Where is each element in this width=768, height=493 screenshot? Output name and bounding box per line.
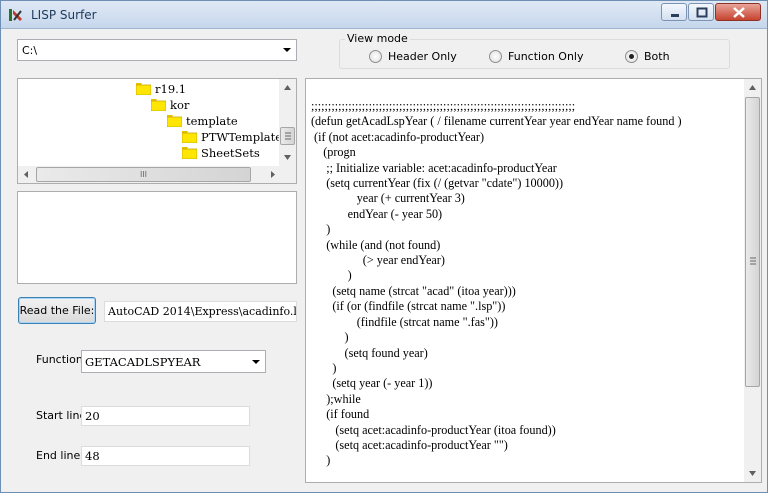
view-mode-legend: View mode	[345, 32, 410, 45]
folder-icon	[182, 131, 197, 143]
chevron-down-icon[interactable]	[278, 40, 296, 60]
file-list[interactable]	[17, 191, 297, 284]
app-icon	[9, 9, 22, 21]
scroll-down-icon[interactable]	[744, 465, 761, 482]
tree-horizontal-scrollbar[interactable]: III	[18, 166, 281, 183]
end-line-field[interactable]: 48	[81, 446, 250, 466]
code-text[interactable]: ;;;;;;;;;;;;;;;;;;;;;;;;;;;;;;;;;;;;;;;;…	[311, 99, 682, 469]
scroll-up-icon[interactable]	[279, 79, 296, 96]
tree-item-label: r19.1	[155, 82, 187, 96]
code-vertical-scrollbar[interactable]	[744, 79, 761, 482]
chevron-down-icon[interactable]	[247, 351, 265, 372]
tree-item-label: kor	[170, 98, 190, 112]
radio-label[interactable]: Header Only	[388, 50, 457, 63]
scroll-thumb[interactable]	[745, 97, 760, 387]
tree-item-label: PTWTemplate	[201, 130, 283, 144]
title-bar[interactable]: LISP Surfer	[1, 1, 767, 29]
function-label: Function:	[36, 353, 87, 366]
scroll-down-icon[interactable]	[279, 149, 296, 166]
tree-item-label: template	[186, 114, 238, 128]
folder-tree[interactable]: r19.1 kor template PTWTemplate SheetSets	[17, 78, 297, 184]
maximize-icon	[696, 7, 708, 18]
folder-icon	[151, 99, 166, 111]
read-file-button[interactable]: Read the File:	[18, 297, 96, 324]
code-viewer[interactable]: ;;;;;;;;;;;;;;;;;;;;;;;;;;;;;;;;;;;;;;;;…	[305, 78, 762, 483]
maximize-button[interactable]	[688, 3, 714, 21]
function-dropdown[interactable]: GETACADLSPYEAR	[81, 350, 266, 373]
folder-icon	[167, 115, 182, 127]
scroll-thumb[interactable]: III	[36, 167, 251, 182]
scroll-left-icon[interactable]	[18, 166, 35, 183]
drive-value: C:\	[22, 44, 38, 57]
end-line-label: End line:	[36, 449, 84, 462]
main-window: LISP Surfer C:\ View mode Header Only Fu…	[0, 0, 768, 493]
radio-label[interactable]: Function Only	[508, 50, 583, 63]
grip-icon	[750, 257, 756, 265]
folder-icon	[136, 83, 151, 95]
radio-checked-icon[interactable]	[625, 50, 638, 63]
scroll-up-icon[interactable]	[744, 79, 761, 96]
start-line-field[interactable]: 20	[81, 406, 250, 426]
file-path-field[interactable]: AutoCAD 2014\Express\acadinfo.lsp	[104, 301, 297, 322]
grip-icon	[285, 132, 291, 140]
radio-icon[interactable]	[489, 50, 502, 63]
close-icon	[733, 7, 745, 18]
tree-vertical-scrollbar[interactable]	[279, 79, 296, 166]
drive-dropdown[interactable]: C:\	[17, 39, 297, 61]
minimize-icon	[671, 14, 679, 17]
folder-icon	[182, 147, 197, 159]
minimize-button[interactable]	[661, 3, 687, 21]
close-button[interactable]	[715, 3, 761, 21]
tree-item-label: SheetSets	[201, 146, 260, 160]
function-value: GETACADLSPYEAR	[85, 355, 201, 369]
window-title: LISP Surfer	[31, 8, 97, 22]
radio-icon[interactable]	[369, 50, 382, 63]
scroll-thumb[interactable]	[280, 127, 295, 145]
scroll-corner	[279, 166, 296, 183]
radio-label[interactable]: Both	[644, 50, 670, 63]
